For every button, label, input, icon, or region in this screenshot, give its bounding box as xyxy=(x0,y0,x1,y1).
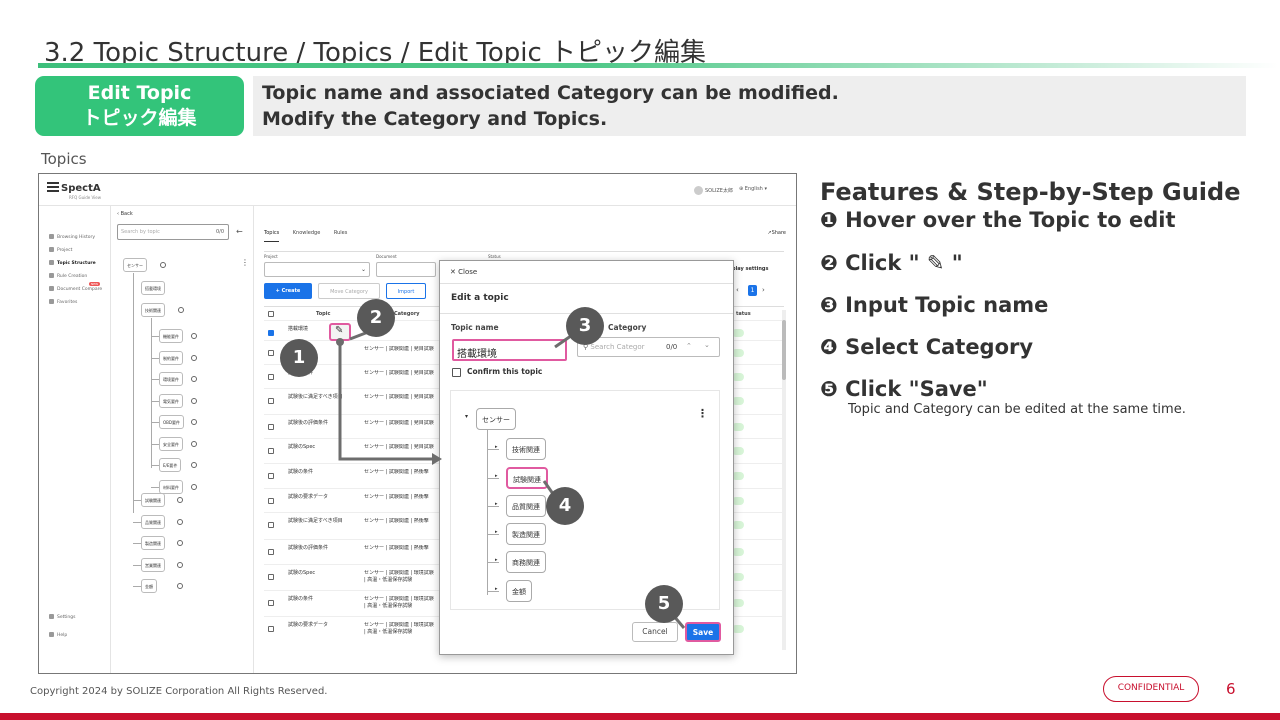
connector-arrow xyxy=(336,327,686,629)
section-badge: Edit Topic トピック編集 xyxy=(35,76,244,136)
guide-step-2: ❷ Click " ✎ " xyxy=(820,251,963,275)
confidential-badge: CONFIDENTIAL xyxy=(1103,676,1199,702)
guide-step-1: ❶ Hover over the Topic to edit xyxy=(820,208,1176,232)
callout-5: 5 xyxy=(645,585,683,623)
guide-heading: Features & Step-by-Step Guide xyxy=(820,178,1241,206)
callout-3: 3 xyxy=(566,307,604,345)
guide-step-3: ❸ Input Topic name xyxy=(820,293,1049,317)
description-line-2: Modify the Category and Topics. xyxy=(262,108,608,130)
badge-title-en: Edit Topic xyxy=(87,82,192,104)
badge-title-ja: トピック編集 xyxy=(82,107,197,129)
callout-2: 2 xyxy=(357,299,395,337)
page-number: 6 xyxy=(1226,680,1236,698)
guide-step-4: ❹ Select Category xyxy=(820,335,1034,359)
description-box: Topic name and associated Category can b… xyxy=(253,76,1246,136)
app-screenshot: SpectA RFQ Guide View SOLIZE太郎 ⊕ English… xyxy=(38,173,797,674)
description-line-1: Topic name and associated Category can b… xyxy=(262,82,839,104)
title-underline xyxy=(38,63,1278,68)
callout-4: 4 xyxy=(546,487,584,525)
copyright: Copyright 2024 by SOLIZE Corporation All… xyxy=(30,686,328,697)
guide-step-5: ❺ Click "Save" xyxy=(820,377,988,401)
callout-1: 1 xyxy=(280,339,318,377)
bottom-bar xyxy=(0,713,1280,720)
screenshot-caption: Topics xyxy=(41,150,87,168)
guide-note: Topic and Category can be edited at the … xyxy=(848,402,1186,417)
